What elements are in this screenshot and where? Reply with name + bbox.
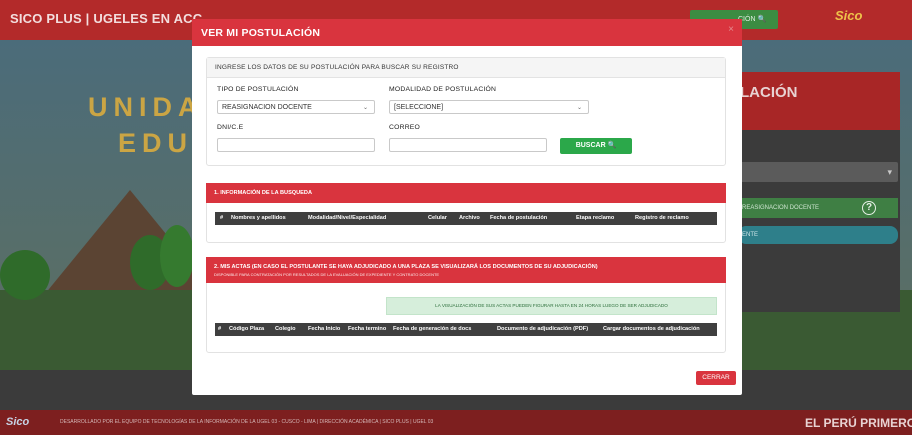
- table-column-header: Fecha termino: [348, 326, 387, 332]
- correo-input[interactable]: [389, 138, 547, 152]
- correo-label: CORREO: [389, 124, 421, 131]
- table-column-header: Celular: [428, 215, 447, 221]
- modalidad-select[interactable]: [SELECCIONE] ⌄: [389, 100, 589, 114]
- app-footer: Sico DESARROLLADO POR EL EQUIPO DE TECNO…: [0, 410, 912, 435]
- footer-slogan: EL PERÚ PRIMERO: [805, 416, 912, 430]
- actas-info-alert: LA VISUALIZACIÓN DE SUS ACTAS PUEDEN FIG…: [386, 297, 717, 315]
- table-column-header: Etapa reclamo: [576, 215, 615, 221]
- side-teal-button[interactable]: ENTE: [738, 226, 898, 244]
- table-column-header: Fecha de postulación: [490, 215, 548, 221]
- info-panel: 1. INFORMACIÓN DE LA BUSQUEDA # Nombres …: [206, 183, 726, 243]
- cerrar-button[interactable]: CERRAR: [696, 371, 736, 385]
- table-column-header: Fecha de generación de docs: [393, 326, 472, 332]
- actas-heading-text: 2. MIS ACTAS (EN CASO EL POSTULANTE SE H…: [214, 264, 598, 270]
- table-column-header: #: [218, 326, 222, 332]
- sico-logo: Sico: [835, 8, 863, 23]
- table-column-header: Registro de reclamo: [635, 215, 689, 221]
- tipo-postulacion-label: TIPO DE POSTULACIÓN: [217, 86, 299, 93]
- buscar-button[interactable]: BUSCAR 🔍: [560, 138, 632, 154]
- table-column-header: Nombres y apellidos: [231, 215, 286, 221]
- postulacion-modal: VER MI POSTULACIÓN × INGRESE LOS DATOS D…: [192, 19, 742, 395]
- footer-logo: Sico: [6, 416, 30, 428]
- info-panel-heading: 1. INFORMACIÓN DE LA BUSQUEDA: [206, 183, 726, 203]
- hero-word: UNIDA: [88, 92, 204, 122]
- actas-table-header: # Código Plaza Colegio Fecha Inicio Fech…: [215, 323, 717, 336]
- tree-illustration: [160, 225, 194, 287]
- actas-panel: 2. MIS ACTAS (EN CASO EL POSTULANTE SE H…: [206, 257, 726, 353]
- table-column-header: Archivo: [459, 215, 480, 221]
- modalidad-label: MODALIDAD DE POSTULACIÓN: [389, 86, 497, 93]
- side-green-text: REASIGNACION DOCENTE: [742, 205, 820, 211]
- side-green-box: REASIGNACION DOCENTE ?: [738, 198, 898, 218]
- side-panel: LACIÓN ▾ REASIGNACION DOCENTE ? ENTE: [730, 72, 900, 312]
- chevron-down-icon: ⌄: [362, 105, 368, 111]
- table-column-header: Documento de adjudicación (PDF): [497, 326, 589, 332]
- table-column-header: #: [220, 215, 224, 221]
- close-icon[interactable]: ×: [728, 24, 734, 35]
- chevron-down-icon: ⌄: [576, 105, 582, 111]
- search-panel-heading: INGRESE LOS DATOS DE SU POSTULACIÓN PARA…: [207, 58, 725, 78]
- tipo-postulacion-value: REASIGNACION DOCENTE: [222, 104, 312, 111]
- table-column-header: Cargar documentos de adjudicación: [603, 326, 700, 332]
- side-select[interactable]: ▾: [738, 162, 898, 182]
- table-column-header: Fecha Inicio: [308, 326, 341, 332]
- app-brand: SICO PLUS | UGELES EN ACC: [10, 11, 203, 26]
- table-column-header: Modalidad/Nivel/Especialidad: [308, 215, 387, 221]
- modal-title: VER MI POSTULACIÓN: [201, 27, 321, 39]
- dni-label: DNI/C.E: [217, 124, 244, 131]
- side-panel-title: LACIÓN: [730, 72, 900, 130]
- table-column-header: Código Plaza: [229, 326, 265, 332]
- tree-illustration: [0, 250, 50, 300]
- search-panel: INGRESE LOS DATOS DE SU POSTULACIÓN PARA…: [206, 57, 726, 166]
- table-column-header: Colegio: [275, 326, 296, 332]
- help-icon[interactable]: ?: [862, 201, 876, 215]
- footer-credits: DESARROLLADO POR EL EQUIPO DE TECNOLOGÍA…: [60, 419, 434, 425]
- modal-header: VER MI POSTULACIÓN ×: [192, 19, 742, 46]
- info-table-header: # Nombres y apellidos Modalidad/Nivel/Es…: [215, 212, 717, 225]
- modalidad-value: [SELECCIONE]: [394, 104, 444, 111]
- actas-panel-heading: 2. MIS ACTAS (EN CASO EL POSTULANTE SE H…: [206, 257, 726, 283]
- tipo-postulacion-select[interactable]: REASIGNACION DOCENTE ⌄: [217, 100, 375, 114]
- dni-input[interactable]: [217, 138, 375, 152]
- actas-subheading-text: DISPONIBLE PARA CONTRATACIÓN POR RESULTA…: [214, 272, 440, 277]
